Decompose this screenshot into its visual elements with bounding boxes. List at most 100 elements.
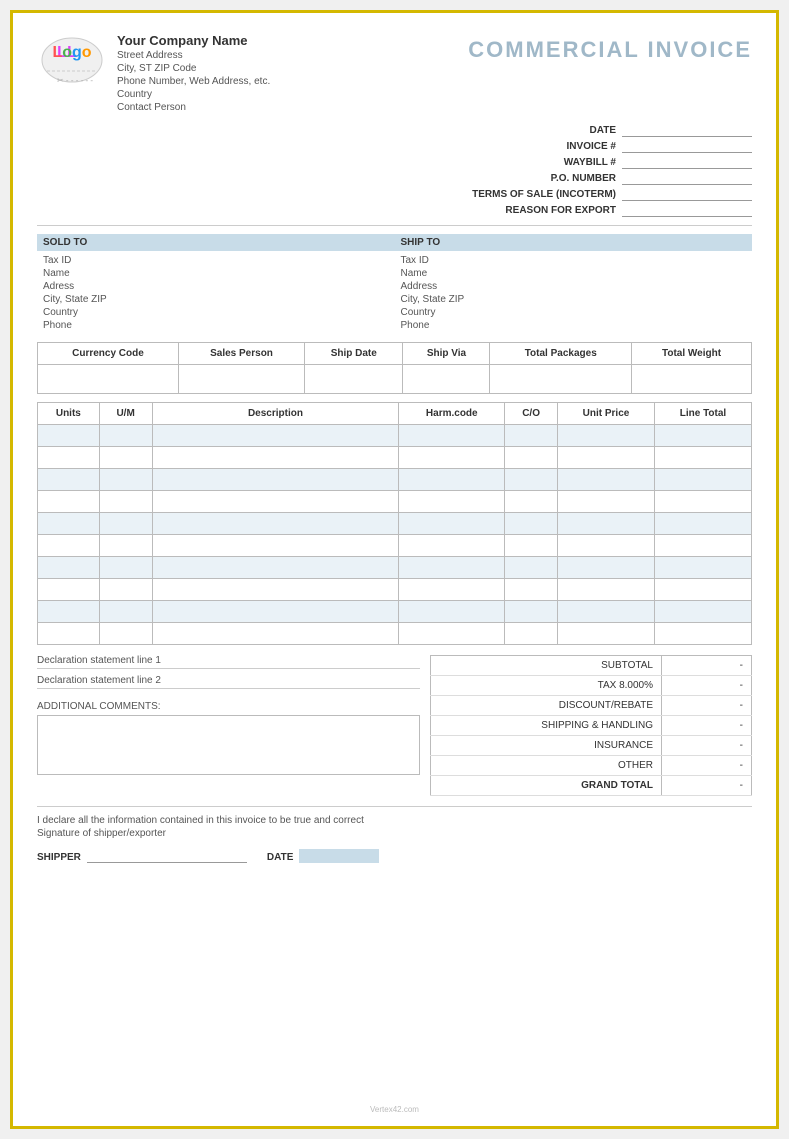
table-cell[interactable]: [558, 601, 655, 623]
table-cell[interactable]: [654, 601, 751, 623]
total-row: INSURANCE-: [430, 736, 752, 756]
total-packages-cell[interactable]: [490, 365, 632, 394]
table-cell[interactable]: [505, 513, 558, 535]
table-cell[interactable]: [152, 469, 399, 491]
table-cell[interactable]: [654, 447, 751, 469]
sales-person-cell[interactable]: [178, 365, 304, 394]
table-cell[interactable]: [152, 491, 399, 513]
table-cell[interactable]: [654, 623, 751, 645]
table-cell[interactable]: [38, 623, 100, 645]
table-cell[interactable]: [99, 623, 152, 645]
table-cell[interactable]: [654, 535, 751, 557]
items-col-header: Units: [38, 403, 100, 425]
table-cell[interactable]: [654, 513, 751, 535]
table-cell[interactable]: [505, 491, 558, 513]
table-cell[interactable]: [38, 557, 100, 579]
total-value[interactable]: -: [662, 756, 752, 775]
field-row: DATE: [359, 123, 752, 137]
table-cell[interactable]: [399, 623, 505, 645]
table-cell[interactable]: [558, 447, 655, 469]
table-cell[interactable]: [99, 601, 152, 623]
table-cell[interactable]: [399, 513, 505, 535]
field-value-box[interactable]: [622, 155, 752, 169]
table-cell[interactable]: [558, 425, 655, 447]
table-cell[interactable]: [38, 491, 100, 513]
table-cell[interactable]: [558, 469, 655, 491]
table-cell[interactable]: [399, 557, 505, 579]
table-cell[interactable]: [99, 491, 152, 513]
total-value[interactable]: -: [662, 656, 752, 675]
logo-icon: L L Logo ✂ - - - - - -: [37, 33, 107, 88]
table-cell[interactable]: [38, 447, 100, 469]
table-cell[interactable]: [152, 601, 399, 623]
total-value[interactable]: -: [662, 676, 752, 695]
table-cell[interactable]: [654, 557, 751, 579]
table-cell[interactable]: [558, 491, 655, 513]
total-value[interactable]: -: [662, 716, 752, 735]
table-cell[interactable]: [399, 579, 505, 601]
table-cell[interactable]: [654, 579, 751, 601]
field-value-box[interactable]: [622, 171, 752, 185]
table-cell[interactable]: [399, 447, 505, 469]
table-cell[interactable]: [558, 623, 655, 645]
table-cell[interactable]: [152, 447, 399, 469]
table-cell[interactable]: [38, 425, 100, 447]
table-cell[interactable]: [399, 601, 505, 623]
shipping-col-header: Currency Code: [38, 343, 179, 365]
shipper-line[interactable]: [87, 849, 247, 863]
table-cell[interactable]: [558, 579, 655, 601]
shipping-col-header: Total Weight: [632, 343, 752, 365]
total-value[interactable]: -: [662, 736, 752, 755]
field-row: INVOICE #: [359, 139, 752, 153]
table-cell[interactable]: [399, 469, 505, 491]
table-cell[interactable]: [505, 425, 558, 447]
table-cell[interactable]: [399, 491, 505, 513]
table-cell[interactable]: [99, 447, 152, 469]
table-cell[interactable]: [99, 425, 152, 447]
field-value-box[interactable]: [622, 139, 752, 153]
table-cell[interactable]: [152, 425, 399, 447]
table-cell[interactable]: [38, 601, 100, 623]
table-cell[interactable]: [152, 535, 399, 557]
table-cell[interactable]: [99, 535, 152, 557]
table-cell[interactable]: [99, 579, 152, 601]
field-value-box[interactable]: [622, 203, 752, 217]
table-cell[interactable]: [505, 557, 558, 579]
table-cell[interactable]: [38, 579, 100, 601]
table-cell[interactable]: [152, 557, 399, 579]
table-cell[interactable]: [505, 535, 558, 557]
date-box[interactable]: [299, 849, 379, 863]
table-cell[interactable]: [38, 469, 100, 491]
total-value[interactable]: -: [662, 776, 752, 795]
table-cell[interactable]: [505, 579, 558, 601]
field-value-box[interactable]: [622, 187, 752, 201]
table-cell[interactable]: [558, 535, 655, 557]
table-cell[interactable]: [99, 557, 152, 579]
table-cell[interactable]: [399, 535, 505, 557]
comments-box[interactable]: [37, 715, 420, 775]
ship-via-cell[interactable]: [403, 365, 490, 394]
table-cell[interactable]: [152, 579, 399, 601]
table-cell[interactable]: [558, 557, 655, 579]
footer-line-1: I declare all the information contained …: [37, 815, 752, 826]
table-cell[interactable]: [654, 491, 751, 513]
table-cell[interactable]: [38, 513, 100, 535]
field-value-box[interactable]: [622, 123, 752, 137]
table-cell[interactable]: [505, 469, 558, 491]
table-cell[interactable]: [38, 535, 100, 557]
table-cell[interactable]: [99, 469, 152, 491]
table-cell[interactable]: [152, 513, 399, 535]
currency-code-cell[interactable]: [38, 365, 179, 394]
table-cell[interactable]: [399, 425, 505, 447]
table-cell[interactable]: [99, 513, 152, 535]
table-cell[interactable]: [505, 623, 558, 645]
table-cell[interactable]: [505, 601, 558, 623]
table-cell[interactable]: [505, 447, 558, 469]
ship-date-cell[interactable]: [305, 365, 403, 394]
table-cell[interactable]: [654, 469, 751, 491]
table-cell[interactable]: [654, 425, 751, 447]
total-weight-cell[interactable]: [632, 365, 752, 394]
table-cell[interactable]: [558, 513, 655, 535]
total-value[interactable]: -: [662, 696, 752, 715]
table-cell[interactable]: [152, 623, 399, 645]
